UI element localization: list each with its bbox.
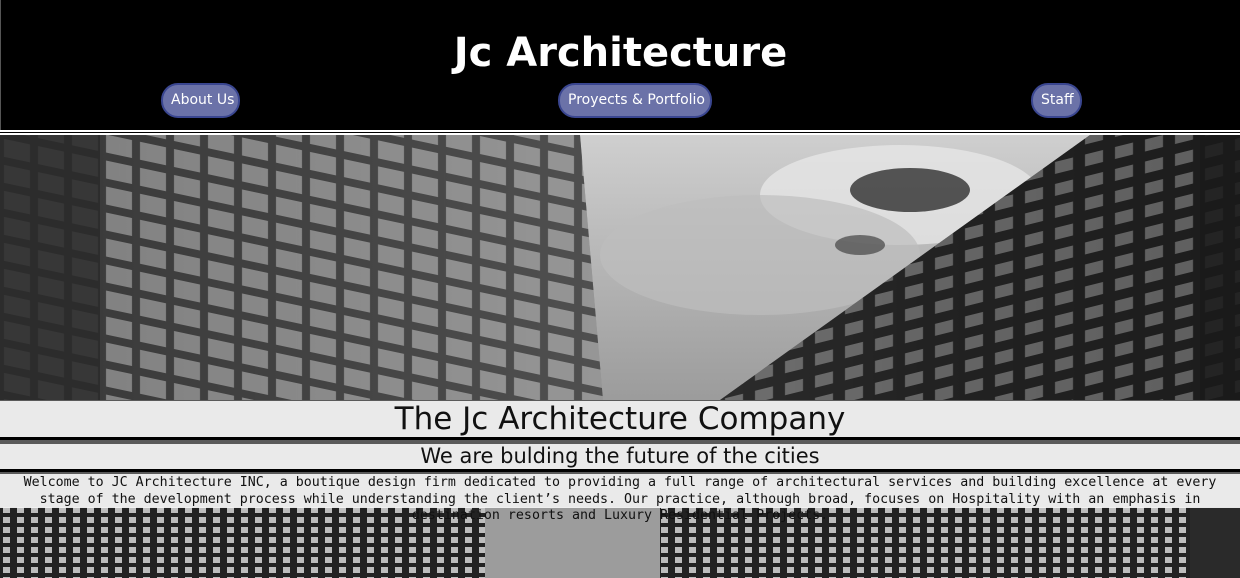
nav-about-us-button[interactable]: About Us xyxy=(161,83,240,118)
page: Jc Architecture About Us Proyects & Port… xyxy=(0,0,1240,578)
nav-projects-portfolio-button[interactable]: Proyects & Portfolio xyxy=(558,83,712,118)
site-header: Jc Architecture About Us Proyects & Port… xyxy=(0,0,1240,130)
hero-section: The Jc Architecture Company We are buldi… xyxy=(0,135,1240,578)
company-title: The Jc Architecture Company xyxy=(394,401,846,437)
site-title: Jc Architecture xyxy=(453,30,788,76)
nav-staff-button[interactable]: Staff xyxy=(1031,83,1082,118)
company-description: Welcome to JC Architecture INC, a boutiq… xyxy=(23,475,1217,523)
header-divider-top xyxy=(0,130,1240,132)
band-divider xyxy=(0,469,1240,472)
company-tagline: We are bulding the future of the cities xyxy=(420,444,820,468)
